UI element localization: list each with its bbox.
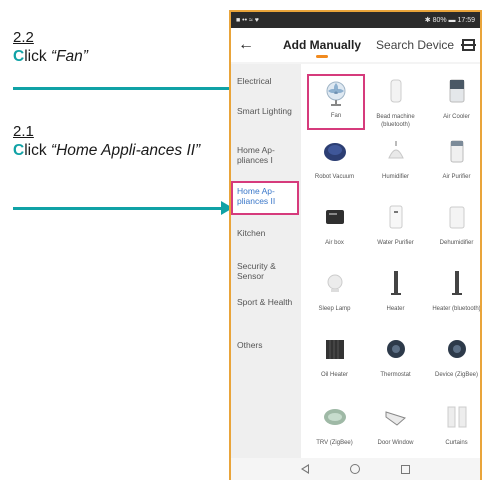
humidifier-icon: [383, 138, 409, 164]
pointer-arrow-home-appliances-ii: [13, 201, 233, 215]
device-zigbee-icon: [444, 336, 470, 362]
device-label: Air Purifier: [442, 174, 471, 180]
device-humidifier[interactable]: Humidifier: [365, 138, 426, 181]
sleep-lamp-icon: [322, 270, 348, 296]
device-label: Thermostat: [380, 372, 411, 378]
app-header: ← Add Manually Search Device: [231, 28, 480, 62]
status-left: ■ •• ≈ ♥: [236, 16, 259, 24]
step-verb: lick: [24, 48, 51, 65]
device-heater-bluetooth[interactable]: Heater (bluetooth): [426, 270, 481, 313]
device-label: Air box: [325, 240, 344, 246]
trv-icon: [322, 404, 348, 430]
category-electrical[interactable]: Electrical: [231, 76, 301, 86]
category-sidebar: Electrical Smart Lighting Home Ap-plianc…: [231, 64, 301, 458]
instruction-step-2-1: 2.1 Click “Home Appli-ances II”: [13, 123, 218, 160]
device-fan[interactable]: Fan: [307, 74, 365, 130]
step-target: “Fan”: [50, 48, 88, 65]
category-smart-lighting[interactable]: Smart Lighting: [231, 106, 301, 116]
recent-apps-icon[interactable]: [400, 464, 410, 474]
step-number: 2.1: [13, 123, 34, 140]
instruction-step-2-2: 2.2 Click “Fan”: [13, 29, 88, 66]
device-label: Sleep Lamp: [318, 306, 351, 312]
robot-vacuum-icon: [322, 138, 348, 164]
fan-icon: [323, 80, 349, 106]
device-bead-machine[interactable]: Bead machine (bluetooth): [365, 78, 426, 129]
oil-heater-icon: [322, 336, 348, 362]
thermostat-icon: [383, 336, 409, 362]
heater-icon: [383, 270, 409, 296]
category-security-sensor[interactable]: Security & Sensor: [231, 261, 301, 281]
back-icon[interactable]: [301, 464, 310, 474]
device-air-box[interactable]: Air box: [304, 204, 365, 247]
device-curtains[interactable]: Curtains: [426, 404, 480, 447]
device-label: Dehumidifier: [439, 240, 474, 246]
device-oil-heater[interactable]: Oil Heater: [304, 336, 365, 379]
category-home-appliances-ii[interactable]: Home Ap-pliances II: [231, 181, 299, 215]
device-robot-vacuum[interactable]: Robot Vacuum: [304, 138, 365, 181]
device-label: Fan: [330, 113, 342, 119]
bead-machine-icon: [383, 78, 409, 104]
device-label: Bead machine (bluetooth): [376, 114, 415, 128]
air-purifier-icon: [444, 138, 470, 164]
scan-icon[interactable]: [461, 39, 476, 51]
device-label: Heater (bluetooth): [432, 306, 481, 312]
step-target: “Home Appli-ances II”: [50, 142, 201, 159]
device-air-purifier[interactable]: Air Purifier: [426, 138, 480, 181]
air-cooler-icon: [444, 78, 470, 104]
android-nav-bar: [231, 458, 480, 480]
device-label: Robot Vacuum: [314, 174, 355, 180]
step-text: Click “Home Appli-ances II”: [13, 141, 218, 160]
device-label: TRV (ZigBee): [316, 440, 353, 446]
door-window-icon: [383, 404, 409, 430]
phone-screen: ■ •• ≈ ♥ ✱ 80% ▬ 17:59 ← Add Manually Se…: [229, 10, 482, 480]
device-thermostat[interactable]: Thermostat: [365, 336, 426, 379]
device-dehumidifier[interactable]: Dehumidifier: [426, 204, 480, 247]
device-heater[interactable]: Heater: [365, 270, 426, 313]
home-icon[interactable]: [349, 464, 360, 474]
heater-bt-icon: [444, 270, 470, 296]
category-home-appliances-i[interactable]: Home Ap-pliances I: [231, 145, 301, 165]
category-kitchen[interactable]: Kitchen: [231, 228, 301, 238]
device-grid: Fan Bead machine (bluetooth) Air Cooler …: [301, 64, 480, 458]
curtains-icon: [444, 404, 470, 430]
tab-add-manually[interactable]: Add Manually: [283, 38, 361, 58]
dehumidifier-icon: [444, 204, 470, 230]
device-label: Device (ZigBee): [434, 372, 478, 378]
step-number: 2.2: [13, 29, 34, 46]
device-zigbee[interactable]: Device (ZigBee): [426, 336, 480, 379]
device-label: Humidifier: [381, 174, 409, 180]
status-bar: ■ •• ≈ ♥ ✱ 80% ▬ 17:59: [231, 12, 480, 28]
device-label: Water Purifier: [377, 240, 414, 246]
water-purifier-icon: [383, 204, 409, 230]
tab-search-device[interactable]: Search Device: [376, 38, 454, 52]
device-sleep-lamp[interactable]: Sleep Lamp: [304, 270, 365, 313]
device-label: Door Window: [377, 440, 414, 446]
category-others[interactable]: Others: [231, 340, 301, 350]
device-label: Oil Heater: [320, 372, 348, 378]
device-label: Air Cooler: [443, 114, 470, 120]
step-text: Click “Fan”: [13, 47, 88, 66]
back-arrow-icon[interactable]: ←: [231, 36, 261, 54]
category-sport-health[interactable]: Sport & Health: [231, 297, 301, 307]
device-air-cooler[interactable]: Air Cooler: [426, 78, 480, 121]
status-right: ✱ 80% ▬ 17:59: [424, 17, 475, 24]
device-door-window[interactable]: Door Window: [365, 404, 426, 447]
device-trv[interactable]: TRV (ZigBee): [304, 404, 365, 447]
step-lead-letter: C: [13, 142, 25, 159]
step-lead-letter: C: [13, 48, 25, 65]
step-verb: lick: [24, 142, 51, 159]
device-label: Curtains: [445, 440, 468, 446]
air-box-icon: [322, 204, 348, 230]
device-water-purifier[interactable]: Water Purifier: [365, 204, 426, 247]
device-label: Heater: [386, 306, 405, 312]
